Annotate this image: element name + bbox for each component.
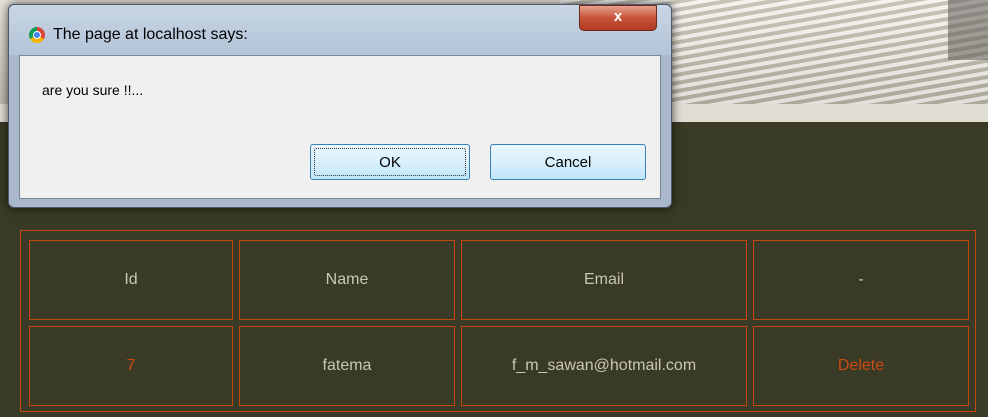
users-table: Id Name Email - 7 fatema f_m_sawan@hotma… xyxy=(20,230,976,412)
table-cell-email: f_m_sawan@hotmail.com xyxy=(461,326,747,406)
dialog-titlebar[interactable]: The page at localhost says: x xyxy=(9,5,671,55)
close-icon: x xyxy=(613,8,623,25)
chrome-icon xyxy=(29,27,45,43)
table-cell-id: 7 xyxy=(29,326,233,406)
confirm-dialog: The page at localhost says: x are you su… xyxy=(8,4,672,208)
banner-shadow xyxy=(948,0,988,60)
table-header-action: - xyxy=(753,240,969,320)
table-header-email: Email xyxy=(461,240,747,320)
table-cell-name: fatema xyxy=(239,326,455,406)
table-header-name: Name xyxy=(239,240,455,320)
table-header-id: Id xyxy=(29,240,233,320)
cancel-button[interactable]: Cancel xyxy=(490,144,646,180)
ok-button[interactable]: OK xyxy=(310,144,470,180)
dialog-title: The page at localhost says: xyxy=(53,26,248,43)
delete-link[interactable]: Delete xyxy=(753,326,969,406)
close-button[interactable]: x xyxy=(579,5,657,31)
cancel-button-label: Cancel xyxy=(544,153,592,171)
ok-button-label: OK xyxy=(379,153,401,171)
dialog-message: are you sure !!... xyxy=(42,82,144,98)
dialog-content: are you sure !!... OK Cancel xyxy=(19,55,661,199)
